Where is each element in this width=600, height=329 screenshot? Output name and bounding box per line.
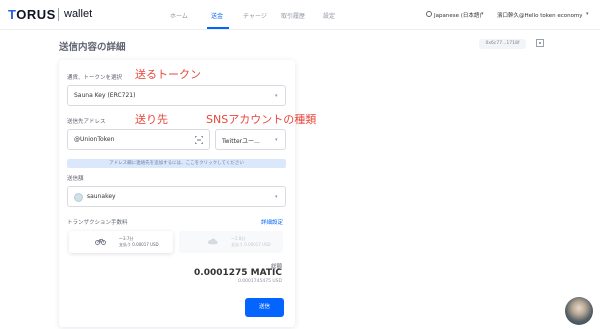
nav-send[interactable]: 送金: [211, 11, 223, 20]
recipient-input-value: @UnionToken: [74, 136, 115, 143]
chevron-down-icon: ▾: [275, 137, 278, 143]
fee-option-slow[interactable]: ～2.8分 支払う 0.00017 USD: [179, 231, 283, 253]
scan-qr-icon[interactable]: [195, 136, 203, 144]
logo-divider: [58, 8, 59, 21]
fee-cost: 支払う 0.00017 USD: [119, 242, 159, 247]
fee-option-fast[interactable]: ～3.7分 支払う 0.00017 USD: [69, 231, 173, 253]
chevron-down-icon: ▾: [275, 194, 278, 200]
nav-active-indicator: [207, 27, 229, 29]
annotation-account-type: SNSアカウントの種類: [206, 113, 317, 126]
profile-avatar[interactable]: [565, 297, 593, 325]
chevron-down-icon[interactable]: ▾: [586, 11, 589, 17]
chevron-down-icon[interactable]: ▾: [481, 11, 484, 17]
total-usd: 0.0001745475 USD: [238, 279, 282, 284]
total-value: 0.0001275 MATIC: [194, 268, 282, 278]
wallet-address-pill[interactable]: 0x6c77...1718f: [479, 39, 526, 49]
recipient-input[interactable]: @UnionToken: [67, 129, 210, 150]
nav-home[interactable]: ホーム: [170, 11, 188, 20]
amount-label: 送信額: [67, 176, 84, 182]
token-select[interactable]: Sauna Key (ERC721) ▾: [67, 85, 286, 106]
logo-text: ORUS: [16, 7, 56, 22]
annotation-token: 送るトークン: [135, 68, 201, 81]
nav-history[interactable]: 取引履歴: [281, 11, 305, 20]
top-bar: TORUS wallet ホーム 送金 チャージ 取引履歴 設定 Japanes…: [0, 0, 600, 30]
nav-topup[interactable]: チャージ: [243, 11, 267, 20]
chevron-down-icon: ▾: [275, 93, 278, 99]
torus-logo[interactable]: TORUS: [8, 7, 56, 22]
fee-label: トランザクション手数料: [67, 220, 128, 226]
nft-select-value: saunakey: [87, 193, 116, 200]
recipient-label: 送信先アドレス: [67, 119, 106, 125]
account-type-select[interactable]: Twitterユー... ▾: [215, 129, 286, 150]
logo-subtitle: wallet: [64, 8, 93, 20]
token-select-value: Sauna Key (ERC721): [74, 92, 136, 99]
send-button[interactable]: 送信: [245, 298, 284, 317]
account-type-value: Twitterユー...: [222, 138, 260, 145]
globe-icon: [426, 11, 432, 17]
nav-settings[interactable]: 設定: [323, 11, 335, 20]
fee-advanced-link[interactable]: 詳細設定: [261, 218, 283, 226]
language-selector[interactable]: Japanese (日本語): [434, 11, 482, 19]
nft-avatar: [74, 193, 83, 202]
fee-cost: 支払う 0.00017 USD: [231, 242, 271, 247]
bicycle-icon: [95, 239, 106, 245]
user-menu[interactable]: 濱口幹久@Hello token economy: [497, 11, 583, 19]
cloud-icon: [208, 238, 218, 245]
annotation-recipient: 送り先: [135, 113, 168, 126]
qr-code-icon[interactable]: [536, 39, 544, 47]
nft-select[interactable]: saunakey ▾: [67, 186, 286, 207]
token-select-label: 通貨、トークンを選択: [67, 75, 123, 81]
add-contact-hint[interactable]: アドレス欄に連絡先を追加するには、ここをクリックしてください: [67, 159, 286, 168]
page-title: 送信内容の詳細: [59, 42, 126, 53]
